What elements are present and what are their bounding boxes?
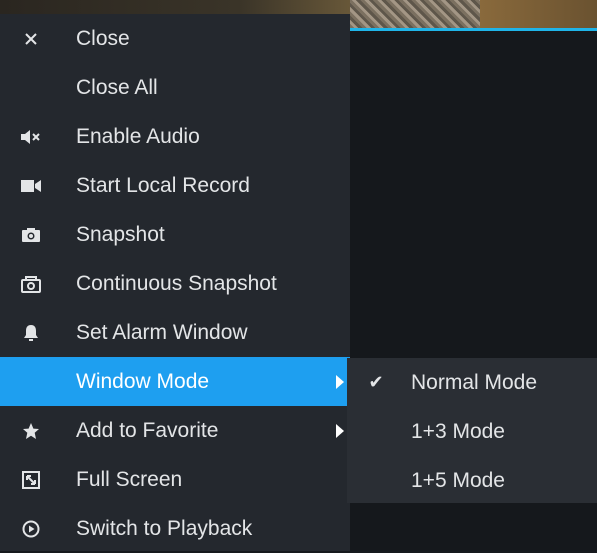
video-thumbnail bbox=[350, 0, 480, 28]
menu-item-snapshot[interactable]: Snapshot bbox=[0, 210, 350, 259]
submenu-arrow-icon bbox=[336, 374, 344, 389]
playback-icon bbox=[0, 520, 60, 538]
menu-item-switch-to-playback[interactable]: Switch to Playback bbox=[0, 504, 350, 553]
camera-icon bbox=[0, 227, 60, 243]
menu-item-continuous-snapshot[interactable]: Continuous Snapshot bbox=[0, 259, 350, 308]
menu-item-start-local-record[interactable]: Start Local Record bbox=[0, 161, 350, 210]
context-menu: Close Close All Enable Audio Start Local… bbox=[0, 14, 350, 551]
menu-item-label: Start Local Record bbox=[76, 173, 250, 197]
video-camera-icon bbox=[0, 179, 60, 193]
menu-item-label: Close bbox=[76, 26, 130, 50]
menu-item-enable-audio[interactable]: Enable Audio bbox=[0, 112, 350, 161]
menu-item-close-all[interactable]: Close All bbox=[0, 63, 350, 112]
menu-item-label: Window Mode bbox=[76, 369, 210, 393]
menu-item-label: Set Alarm Window bbox=[76, 320, 248, 344]
close-icon bbox=[0, 31, 60, 47]
submenu-item-label: 1+3 Mode bbox=[411, 419, 505, 443]
menu-item-full-screen[interactable]: Full Screen bbox=[0, 455, 350, 504]
menu-item-add-to-favorite[interactable]: Add to Favorite bbox=[0, 406, 350, 455]
submenu-item-1-5-mode[interactable]: 1+5 Mode bbox=[347, 456, 597, 505]
checkmark-icon: ✔ bbox=[368, 372, 384, 392]
submenu-item-label: 1+5 Mode bbox=[411, 468, 505, 492]
bell-icon bbox=[0, 324, 60, 342]
speaker-muted-icon bbox=[0, 129, 60, 145]
submenu-item-label: Normal Mode bbox=[411, 370, 538, 394]
menu-item-label: Full Screen bbox=[76, 467, 183, 491]
star-icon bbox=[0, 422, 60, 440]
burst-camera-icon bbox=[0, 275, 60, 293]
menu-item-label: Switch to Playback bbox=[76, 516, 253, 540]
submenu-item-normal-mode[interactable]: ✔ Normal Mode bbox=[347, 358, 597, 407]
menu-item-close[interactable]: Close bbox=[0, 14, 350, 63]
menu-item-label: Close All bbox=[76, 75, 158, 99]
menu-item-label: Continuous Snapshot bbox=[76, 271, 277, 295]
menu-item-label: Enable Audio bbox=[76, 124, 200, 148]
menu-item-label: Snapshot bbox=[76, 222, 165, 246]
menu-item-label: Add to Favorite bbox=[76, 418, 219, 442]
fullscreen-icon bbox=[0, 470, 60, 489]
submenu-item-1-3-mode[interactable]: 1+3 Mode bbox=[347, 407, 597, 456]
menu-item-set-alarm-window[interactable]: Set Alarm Window bbox=[0, 308, 350, 357]
menu-item-window-mode[interactable]: Window Mode bbox=[0, 357, 350, 406]
submenu-arrow-icon bbox=[336, 423, 344, 438]
window-mode-submenu: ✔ Normal Mode 1+3 Mode 1+5 Mode bbox=[347, 358, 597, 503]
